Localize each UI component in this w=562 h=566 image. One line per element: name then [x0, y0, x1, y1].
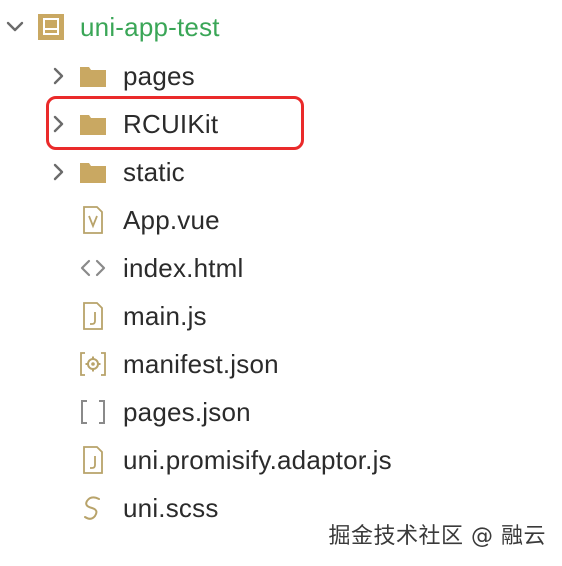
file-tree: uni-app-test pages RCUIKit static App.vu… — [0, 0, 562, 566]
tree-item-label: index.html — [123, 253, 244, 283]
tree-item-pages-json[interactable]: pages.json — [0, 388, 562, 436]
tree-item-label: uni.promisify.adaptor.js — [123, 445, 392, 475]
folder-icon — [78, 157, 108, 187]
vue-file-icon — [78, 205, 108, 235]
project-name: uni-app-test — [80, 12, 220, 42]
chevron-right-icon[interactable] — [47, 161, 69, 183]
project-root-row[interactable]: uni-app-test — [0, 3, 562, 51]
tree-item-label: uni.scss — [123, 493, 219, 523]
folder-icon — [78, 61, 108, 91]
tree-item-index-html[interactable]: index.html — [0, 244, 562, 292]
tree-item-static[interactable]: static — [0, 148, 562, 196]
folder-icon — [78, 109, 108, 139]
manifest-gear-icon — [78, 349, 108, 379]
tree-item-main-js[interactable]: main.js — [0, 292, 562, 340]
chevron-right-icon[interactable] — [47, 65, 69, 87]
tree-item-label: manifest.json — [123, 349, 279, 379]
chevron-right-icon[interactable] — [47, 113, 69, 135]
tree-item-uni-promisify-adaptor-js[interactable]: uni.promisify.adaptor.js — [0, 436, 562, 484]
js-file-icon — [78, 445, 108, 475]
scss-file-icon — [78, 493, 108, 523]
tree-item-app-vue[interactable]: App.vue — [0, 196, 562, 244]
tree-item-label: pages.json — [123, 397, 251, 427]
chevron-down-icon[interactable] — [4, 16, 26, 38]
tree-item-label: static — [123, 157, 185, 187]
json-brackets-icon — [78, 397, 108, 427]
js-file-icon — [78, 301, 108, 331]
tree-item-label: pages — [123, 61, 195, 91]
tree-item-rcuikit[interactable]: RCUIKit — [0, 100, 562, 148]
tree-item-label: RCUIKit — [123, 109, 219, 139]
tree-item-manifest-json[interactable]: manifest.json — [0, 340, 562, 388]
tree-item-label: App.vue — [123, 205, 220, 235]
project-icon — [36, 12, 66, 42]
html-code-icon — [78, 253, 108, 283]
tree-item-label: main.js — [123, 301, 207, 331]
watermark: 掘金技术社区 @ 融云 — [328, 524, 546, 549]
tree-item-pages[interactable]: pages — [0, 52, 562, 100]
